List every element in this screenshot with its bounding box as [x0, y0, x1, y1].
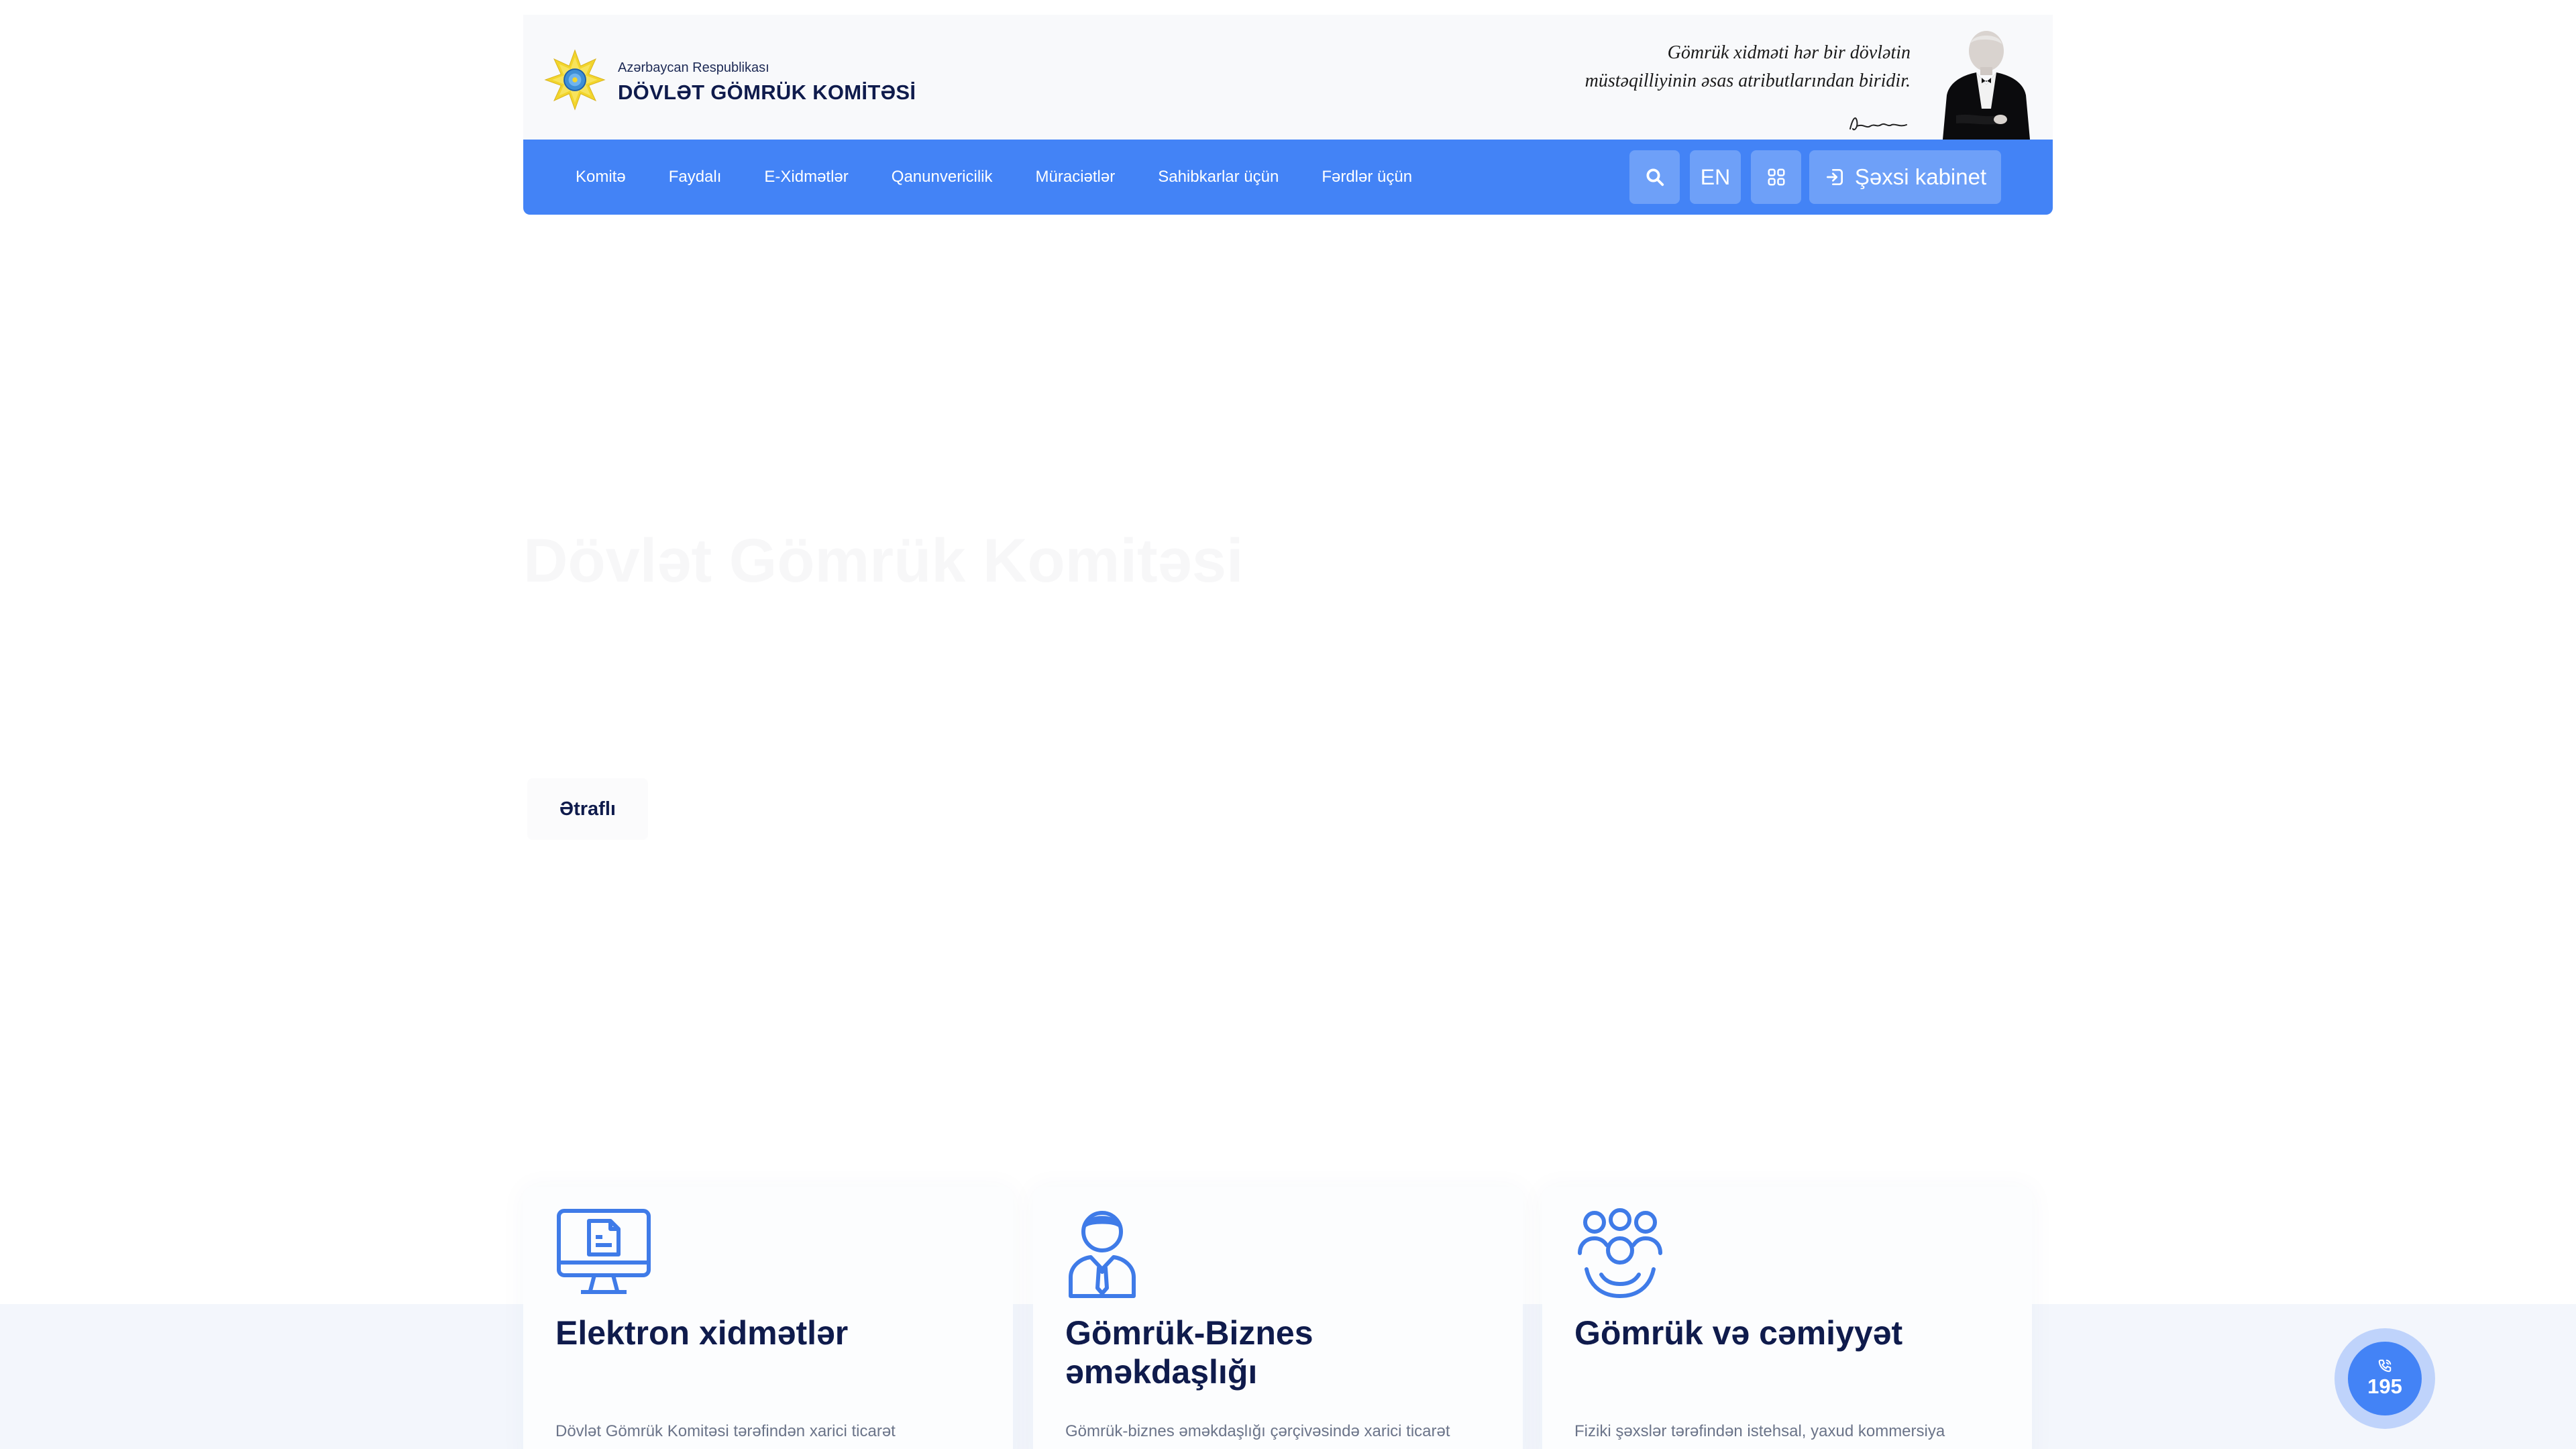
computer-document-icon: [557, 1209, 651, 1294]
search-button[interactable]: [1629, 150, 1680, 204]
hero-title: Dövlət Gömrük Komitəsi: [523, 527, 1244, 595]
apps-button[interactable]: [1751, 150, 1801, 204]
emblem-logo[interactable]: [543, 48, 606, 111]
community-icon: [1578, 1208, 1662, 1298]
more-button[interactable]: Ətraflı: [527, 778, 648, 840]
businessman-icon: [1069, 1211, 1136, 1298]
card-title: Gömrük və cəmiyyət: [1574, 1314, 1903, 1352]
search-icon: [1646, 168, 1664, 186]
card-title: Gömrük-Biznes əməkdaşlığı: [1065, 1314, 1313, 1391]
login-icon: [1826, 169, 1843, 185]
portrait-image: [1943, 31, 2030, 140]
card-customs-business[interactable]: Gömrük-Biznes əməkdaşlığı Gömrük-biznes …: [1033, 1187, 1523, 1449]
language-button[interactable]: EN: [1690, 150, 1741, 204]
card-electronic-services[interactable]: Elektron xidmətlər Dövlət Gömrük Komitəs…: [523, 1187, 1013, 1449]
card-title: Elektron xidmətlər: [555, 1314, 849, 1352]
card-description: Fiziki şəxslər tərəfindən istehsal, yaxu…: [1574, 1422, 1945, 1440]
nav-item-komite[interactable]: Komitə: [576, 168, 626, 186]
card-description: Gömrük-biznes əməkdaşlığı çərçivəsində x…: [1065, 1422, 1450, 1440]
main-navbar: Komitə Faydalı E-Xidmətlər Qanunvericili…: [523, 140, 2053, 215]
hotline-button[interactable]: 195: [2334, 1328, 2435, 1429]
header-top: Azərbaycan Respublikası DÖVLƏT GÖMRÜK KO…: [523, 15, 2053, 140]
hotline-inner: 195: [2348, 1342, 2422, 1415]
quote-line-2: müstəqilliyinin əsas atributlarından bir…: [1585, 70, 1911, 91]
personal-cabinet-button[interactable]: Şəxsi kabinet: [1809, 150, 2001, 204]
nav-item-ferdler[interactable]: Fərdlər üçün: [1322, 168, 1412, 186]
nav-item-sahibkarlar[interactable]: Sahibkarlar üçün: [1158, 168, 1279, 186]
quote-line-1: Gömrük xidməti hər bir dövlətin: [1667, 42, 1911, 63]
grid-icon: [1768, 168, 1784, 186]
nav-menu: Komitə Faydalı E-Xidmətlər Qanunvericili…: [576, 140, 1412, 215]
brand-subtitle: Azərbaycan Respublikası: [618, 60, 769, 75]
card-description: Dövlət Gömrük Komitəsi tərəfindən xarici…: [555, 1422, 896, 1440]
leader-quote: Gömrük xidməti hər bir dövlətin müstəqil…: [1585, 39, 1911, 95]
hotline-number: 195: [2367, 1375, 2402, 1398]
personal-cabinet-label: Şəxsi kabinet: [1854, 164, 1987, 189]
card-customs-society[interactable]: Gömrük və cəmiyyət Fiziki şəxslər tərəfi…: [1542, 1187, 2032, 1449]
nav-item-faydali[interactable]: Faydalı: [669, 168, 722, 186]
nav-item-muracietler[interactable]: Müraciətlər: [1036, 168, 1116, 186]
nav-item-e-xidmetler[interactable]: E-Xidmətlər: [764, 168, 848, 186]
nav-item-qanunvericilik[interactable]: Qanunvericilik: [892, 168, 993, 186]
phone-icon: [2378, 1359, 2392, 1373]
signature-image: [1849, 117, 1907, 131]
brand-title[interactable]: DÖVLƏT GÖMRÜK KOMİTƏSİ: [618, 80, 916, 105]
